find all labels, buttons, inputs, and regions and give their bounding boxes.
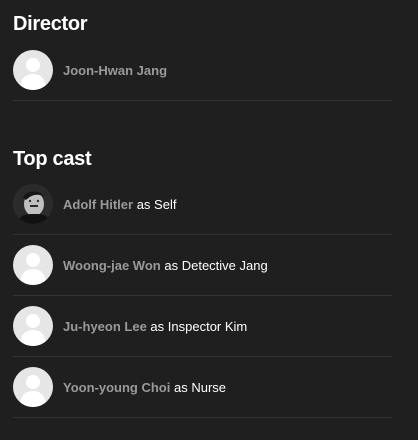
avatar-placeholder-icon[interactable] <box>13 245 53 285</box>
cast-as-label: as <box>164 257 179 273</box>
cast-as-label: as <box>173 379 188 395</box>
cast-name-link[interactable]: Yoon-young Choi <box>63 380 170 395</box>
cast-as-label: as <box>150 318 165 334</box>
director-name-link[interactable]: Joon-Hwan Jang <box>63 63 167 78</box>
cast-role-label: Inspector Kim <box>167 318 248 334</box>
cast-role-label: Detective Jang <box>181 257 268 273</box>
director-row: Joon-Hwan Jang <box>13 41 392 101</box>
avatar-placeholder-icon[interactable] <box>13 367 53 407</box>
cast-section-title: Top cast <box>13 148 92 170</box>
cast-role-label: Self <box>154 196 177 212</box>
cast-role-label: Nurse <box>191 379 227 395</box>
cast-name-link[interactable]: Adolf Hitler <box>63 197 133 212</box>
cast-name-link[interactable]: Woong-jae Won <box>63 258 161 273</box>
cast-row: Woong-jae Won as Detective Jang <box>13 236 392 296</box>
cast-as-label: as <box>136 196 151 212</box>
cast-row: Adolf Hitler as Self <box>13 175 392 235</box>
avatar-photo-icon[interactable] <box>13 184 53 224</box>
director-section-title: Director <box>13 13 88 35</box>
avatar-placeholder-icon[interactable] <box>13 50 53 90</box>
avatar-placeholder-icon[interactable] <box>13 306 53 346</box>
cast-row: Yoon-young Choi as Nurse <box>13 358 392 418</box>
cast-row: Ju-hyeon Lee as Inspector Kim <box>13 297 392 357</box>
cast-name-link[interactable]: Ju-hyeon Lee <box>63 319 147 334</box>
